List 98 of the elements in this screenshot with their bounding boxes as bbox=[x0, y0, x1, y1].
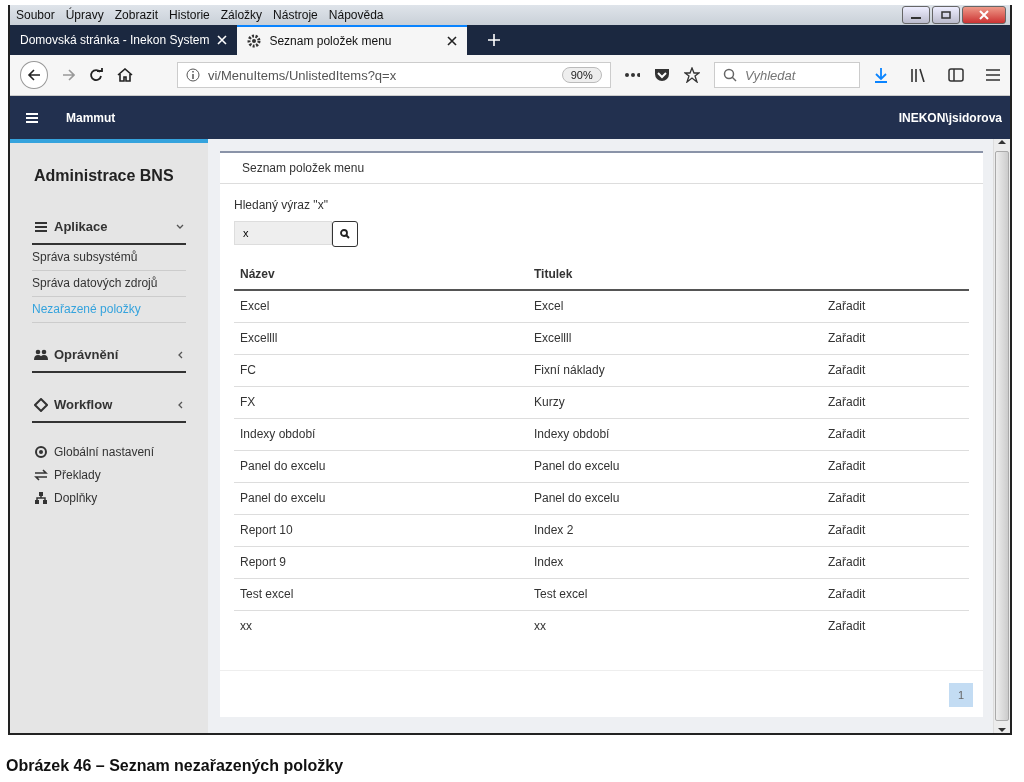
table-cell: xx bbox=[534, 619, 546, 633]
table-cell: Test excel bbox=[240, 587, 294, 601]
search-icon bbox=[340, 229, 350, 239]
info-icon bbox=[185, 68, 200, 82]
assign-link[interactable]: Zařadit bbox=[828, 427, 866, 441]
figure-caption: Obrázek 46 – Seznam nezařazených položky bbox=[6, 757, 345, 775]
menu-item[interactable]: Zobrazit bbox=[114, 8, 159, 22]
assign-link[interactable]: Zařadit bbox=[828, 395, 866, 409]
menu-item[interactable]: Historie bbox=[169, 8, 210, 22]
table-cell: Excel bbox=[534, 299, 564, 313]
section-icon bbox=[34, 397, 48, 412]
address-bar[interactable]: vi/MenuItems/UnlistedItems?q=x 90% bbox=[176, 62, 611, 88]
link-icon bbox=[34, 468, 48, 482]
assign-link[interactable]: Zařadit bbox=[828, 459, 866, 473]
chevron-icon bbox=[176, 222, 184, 231]
menu-item[interactable]: Soubor bbox=[16, 8, 55, 22]
table-cell: Excel bbox=[240, 299, 270, 313]
assign-link[interactable]: Zařadit bbox=[828, 619, 866, 633]
table-cell: FC bbox=[240, 363, 256, 377]
search-input[interactable]: x bbox=[234, 221, 332, 245]
sidebar-link[interactable]: Doplňky bbox=[32, 487, 186, 510]
assign-link[interactable]: Zařadit bbox=[828, 587, 866, 601]
section-icon bbox=[34, 219, 48, 234]
app-title: Mammut bbox=[66, 110, 116, 125]
assign-link[interactable]: Zařadit bbox=[828, 491, 866, 505]
scroll-down-icon[interactable] bbox=[998, 727, 1006, 733]
sidebar-item[interactable]: Správa subsystémů bbox=[32, 245, 186, 271]
menu-item[interactable]: Úpravy bbox=[65, 8, 104, 22]
close-icon[interactable] bbox=[447, 36, 458, 46]
back-arrow-icon bbox=[26, 68, 41, 82]
panel-title: Seznam položek menu bbox=[220, 153, 983, 184]
menu-item[interactable]: Záložky bbox=[220, 8, 263, 22]
search-field[interactable]: Vyhledat bbox=[713, 62, 861, 88]
table-cell: Panel do excelu bbox=[534, 459, 620, 473]
minimize-button[interactable] bbox=[902, 6, 930, 24]
search-input[interactable]: Vyhledat bbox=[742, 66, 847, 84]
sidebar-item[interactable]: Správa datových zdrojů bbox=[32, 271, 186, 297]
scrollbar[interactable] bbox=[993, 139, 1010, 733]
table-cell: Excellll bbox=[534, 331, 572, 345]
assign-link[interactable]: Zařadit bbox=[828, 523, 866, 537]
table-cell: Fixní náklady bbox=[534, 363, 605, 377]
close-button[interactable] bbox=[962, 6, 1006, 24]
star-icon[interactable] bbox=[684, 67, 700, 83]
page-button[interactable]: 1 bbox=[949, 683, 973, 707]
assign-link[interactable]: Zařadit bbox=[828, 363, 866, 377]
pocket-icon[interactable] bbox=[654, 68, 671, 82]
table-cell: Index 2 bbox=[534, 523, 574, 537]
table-cell: Panel do excelu bbox=[240, 459, 326, 473]
assign-link[interactable]: Zařadit bbox=[828, 331, 866, 345]
zoom-badge[interactable]: 90% bbox=[561, 67, 602, 83]
search-icon bbox=[722, 68, 737, 82]
table-cell: Report 10 bbox=[240, 523, 293, 537]
forward-icon[interactable] bbox=[61, 68, 76, 82]
user-name[interactable]: INEKON\jsidorova bbox=[898, 110, 1002, 125]
table-cell: Panel do excelu bbox=[534, 491, 620, 505]
back-button[interactable] bbox=[20, 61, 48, 89]
more-icon[interactable] bbox=[624, 73, 641, 77]
sidebar-icon[interactable] bbox=[948, 68, 965, 82]
table-cell: Excellll bbox=[240, 331, 278, 345]
library-icon[interactable] bbox=[910, 68, 927, 82]
table-cell: Report 9 bbox=[240, 555, 287, 569]
sidebar-section[interactable]: Aplikace bbox=[32, 213, 186, 245]
chevron-icon bbox=[176, 400, 184, 409]
table-cell: Indexy období bbox=[240, 427, 316, 441]
maximize-icon bbox=[941, 11, 951, 19]
menu-icon[interactable] bbox=[986, 69, 1001, 81]
sidebar-title: Administrace BNS bbox=[34, 167, 175, 185]
browser-tab[interactable]: Seznam položek menu bbox=[237, 25, 468, 55]
section-icon bbox=[34, 347, 48, 362]
menu-item[interactable]: Nápověda bbox=[328, 8, 384, 22]
table-cell: Panel do excelu bbox=[240, 491, 326, 505]
table-cell: Index bbox=[534, 555, 564, 569]
assign-link[interactable]: Zařadit bbox=[828, 299, 866, 313]
link-icon bbox=[34, 491, 48, 505]
reload-icon[interactable] bbox=[89, 68, 104, 82]
gear-icon bbox=[247, 34, 262, 48]
table-cell: Test excel bbox=[534, 587, 588, 601]
table-cell: xx bbox=[240, 619, 252, 633]
assign-link[interactable]: Zařadit bbox=[828, 555, 866, 569]
sidebar-link[interactable]: Globální nastavení bbox=[32, 441, 186, 464]
sidebar-section[interactable]: Oprávnění bbox=[32, 341, 186, 373]
maximize-button[interactable] bbox=[932, 6, 960, 24]
table-cell: Indexy období bbox=[534, 427, 610, 441]
close-icon bbox=[979, 10, 989, 20]
table-cell: Kurzy bbox=[534, 395, 565, 409]
browser-tab[interactable]: Domovská stránka - Inekon System bbox=[10, 25, 238, 55]
menu-item[interactable]: Nástroje bbox=[273, 8, 318, 22]
download-icon[interactable] bbox=[874, 67, 889, 83]
sidebar-link[interactable]: Překlady bbox=[32, 464, 186, 487]
search-label: Hledaný výraz "x" bbox=[234, 198, 329, 212]
chevron-icon bbox=[176, 350, 184, 359]
column-header: Název bbox=[240, 267, 275, 281]
sidebar-section[interactable]: Workflow bbox=[32, 391, 186, 423]
search-button[interactable] bbox=[332, 221, 358, 247]
home-icon[interactable] bbox=[117, 68, 133, 82]
table-cell: FX bbox=[240, 395, 256, 409]
link-icon bbox=[34, 445, 48, 459]
column-header: Titulek bbox=[534, 267, 573, 281]
